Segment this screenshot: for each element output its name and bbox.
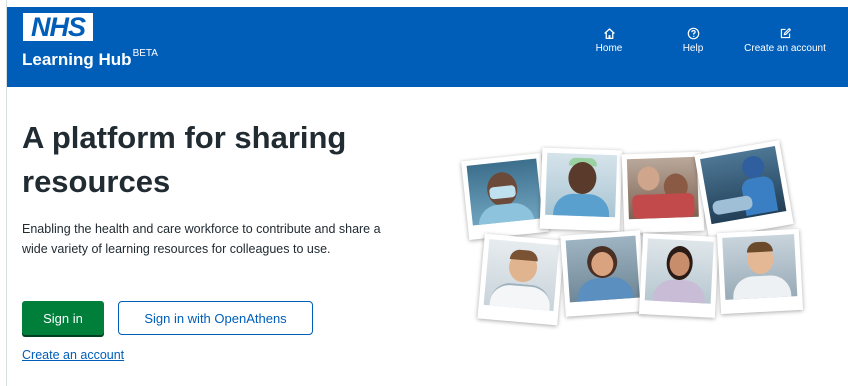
site-brand[interactable]: Learning HubBETA <box>22 48 158 70</box>
create-account-link[interactable]: Create an account <box>22 348 124 362</box>
photo-female-clinician <box>560 230 646 317</box>
edit-icon <box>780 28 791 39</box>
nav-home[interactable]: Home <box>589 27 629 54</box>
nav-create-account-label: Create an account <box>744 43 826 54</box>
photo-nurse-mask <box>461 153 549 240</box>
home-icon <box>603 28 615 40</box>
openathens-sign-in-button[interactable]: Sign in with OpenAthens <box>118 301 313 335</box>
photo-male-nurse <box>716 228 804 315</box>
photo-surgical-team <box>694 140 794 239</box>
photo-pharmacist <box>638 233 720 318</box>
photo-nurse-smiling <box>539 147 623 232</box>
photo-patient-care <box>621 151 705 234</box>
nhs-logo[interactable]: NHS <box>23 13 93 41</box>
brand-name: Learning Hub <box>22 50 132 69</box>
site-header: NHS Learning HubBETA Home Help Create an… <box>7 7 848 87</box>
hero-description: Enabling the health and care workforce t… <box>22 222 381 256</box>
page-left-border <box>0 0 7 386</box>
sign-in-button[interactable]: Sign in <box>22 301 104 335</box>
page-title: A platform for sharing resources <box>22 120 347 199</box>
staff-photo-collage <box>455 135 810 335</box>
nav-help[interactable]: Help <box>673 27 713 54</box>
photo-male-doctor <box>477 233 565 326</box>
help-icon <box>687 27 699 40</box>
beta-badge: BETA <box>132 48 158 59</box>
nav-help-label: Help <box>682 43 704 54</box>
nav-create-account[interactable]: Create an account <box>740 27 830 54</box>
nav-home-label: Home <box>595 43 623 54</box>
